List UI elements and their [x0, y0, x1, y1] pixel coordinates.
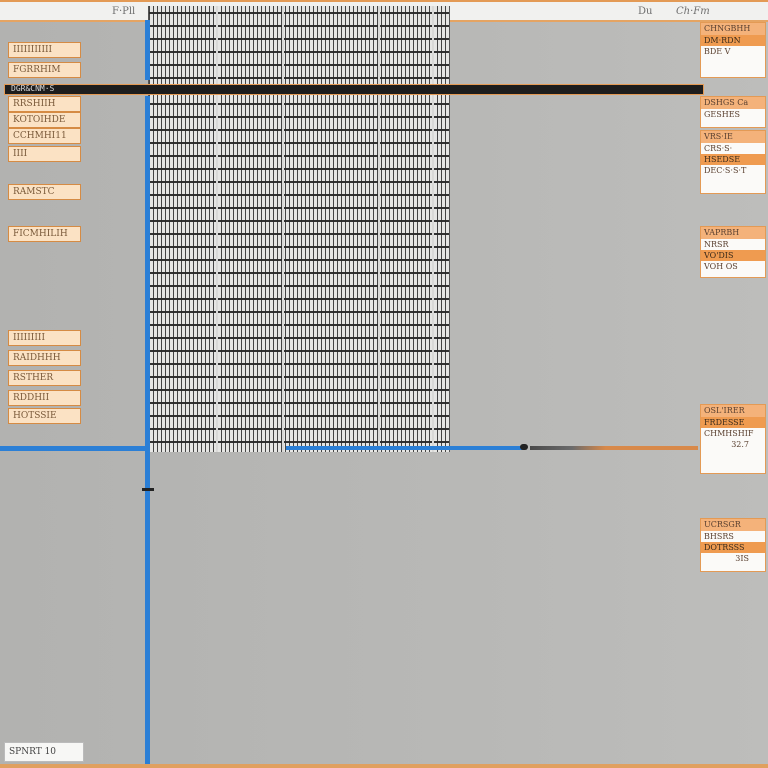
panel-value: 32.7	[731, 440, 749, 449]
right-panel-5[interactable]: OSL'IRER FRDESSE CHMHSHIF 32.7	[700, 404, 766, 474]
toolbar-right-label[interactable]: Ch·Fm	[676, 6, 710, 17]
panel-row[interactable]: DM·RDN	[701, 35, 765, 46]
left-button-1[interactable]: IIIIIIIIIII	[8, 42, 81, 58]
left-button-4[interactable]: KOTOIHDE	[8, 112, 81, 128]
main-timeline-bar[interactable]: DGR&CNM·S	[4, 84, 704, 95]
grid-divider	[378, 6, 380, 452]
right-panel-6[interactable]: UCRSGR BHSRS DOTRSSS 3IS	[700, 518, 766, 572]
left-button-7[interactable]: RAMSTC	[8, 184, 81, 200]
panel-row[interactable]: BHSRS	[701, 531, 765, 542]
rail-marker[interactable]	[142, 488, 154, 491]
main-bar-label: DGR&CNM·S	[11, 84, 55, 93]
panel-row[interactable]: BDE V	[701, 46, 765, 57]
panel-value: 3IS	[735, 554, 749, 563]
panel-row[interactable]: FRDESSE	[701, 417, 765, 428]
panel-header: VRS·IE	[701, 131, 765, 143]
grid-divider	[282, 6, 284, 452]
left-button-9[interactable]: IIIIIIIII	[8, 330, 81, 346]
right-panel-4[interactable]: VAPRBH NRSR VO'DIS VOH OS	[700, 226, 766, 278]
data-grid[interactable]	[148, 6, 450, 452]
panel-header: UCRSGR	[701, 519, 765, 531]
left-button-3[interactable]: RRSHIIH	[8, 96, 81, 112]
horizontal-rail-left[interactable]	[0, 446, 150, 451]
right-panel-1[interactable]: CHNGBHH DM·RDN BDE V	[700, 22, 766, 78]
left-button-5[interactable]: CCHMHI11	[8, 128, 81, 144]
panel-row[interactable]: GESHES	[701, 109, 765, 120]
panel-header: OSL'IRER	[701, 405, 765, 417]
left-button-12[interactable]: RDDHII	[8, 390, 81, 406]
panel-row[interactable]: DEC·S·S·T	[701, 165, 765, 176]
left-button-2[interactable]: FGRRHIM	[8, 62, 81, 78]
status-readout: SPNRT 10	[4, 742, 84, 762]
grid-divider	[432, 6, 434, 452]
left-button-6[interactable]: IIII	[8, 146, 81, 162]
right-panel-2[interactable]: DSHGS Ca GESHES	[700, 96, 766, 128]
panel-row[interactable]: VOH OS	[701, 261, 765, 272]
right-panel-3[interactable]: VRS·IE CRS·S· HSEDSE DEC·S·S·T	[700, 130, 766, 194]
range-slider-track[interactable]	[530, 446, 698, 450]
horizontal-rail[interactable]	[286, 446, 524, 450]
left-button-8[interactable]: FICMHILIH	[8, 226, 81, 242]
left-button-13[interactable]: HOTSSIE	[8, 408, 81, 424]
panel-row[interactable]: CHMHSHIF	[701, 428, 765, 439]
panel-header: CHNGBHH	[701, 23, 765, 35]
bottom-border	[0, 764, 768, 768]
panel-row[interactable]: HSEDSE	[701, 154, 765, 165]
panel-header: DSHGS Ca	[701, 97, 765, 109]
toolbar-left-label[interactable]: F·Pll	[112, 6, 135, 17]
panel-header: VAPRBH	[701, 227, 765, 239]
slider-handle[interactable]	[520, 444, 528, 450]
panel-row[interactable]: NRSR	[701, 239, 765, 250]
vertical-rail[interactable]	[145, 96, 150, 764]
panel-row[interactable]: CRS·S·	[701, 143, 765, 154]
left-button-10[interactable]: RAIDHHH	[8, 350, 81, 366]
toolbar-mid-label[interactable]: Du	[638, 6, 652, 17]
panel-row[interactable]: VO'DIS	[701, 250, 765, 261]
vertical-rail-top[interactable]	[145, 20, 150, 80]
panel-row[interactable]: DOTRSSS	[701, 542, 765, 553]
left-button-11[interactable]: RSTHER	[8, 370, 81, 386]
grid-divider	[216, 6, 218, 452]
